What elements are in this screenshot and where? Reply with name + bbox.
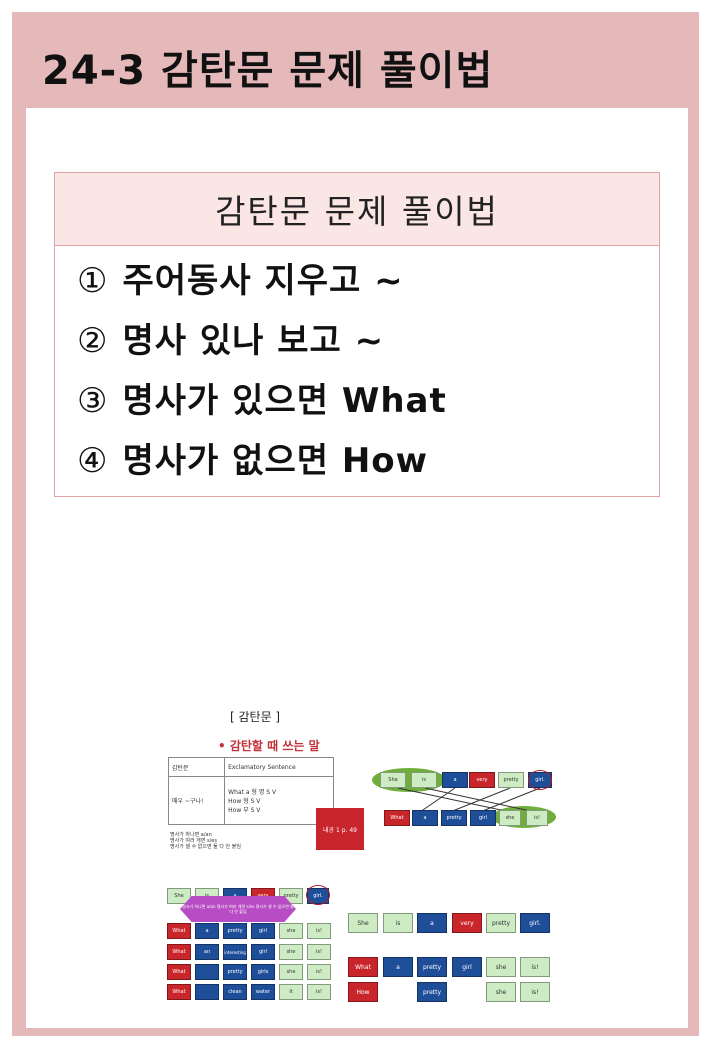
word-chip: she <box>499 810 521 826</box>
word-chip: What <box>384 810 410 826</box>
pattern-line: How 부 S V <box>228 807 261 815</box>
word-chip: a <box>195 923 219 939</box>
method-list: ① 주어동사 지우고 ~ ② 명사 있나 보고 ~ ③ 명사가 있으면 What ④명… <box>77 261 447 501</box>
method-item: ④ 명사가 없으면 How <box>77 441 447 501</box>
word-chip: a <box>417 913 447 933</box>
word-chip: a <box>412 810 438 826</box>
word-chip: she <box>486 982 516 1002</box>
word-chip: How <box>348 982 378 1002</box>
word-chip: What <box>167 944 191 960</box>
word-chip: is! <box>307 964 331 980</box>
word-chip: pretty <box>223 964 247 980</box>
method-item: ③ 명사가 있으면 What <box>77 381 447 441</box>
word-chip: is! <box>307 944 331 960</box>
word-chip: is <box>411 772 437 788</box>
word-chip: it <box>279 984 303 1000</box>
word-chip: girl. <box>520 913 550 933</box>
page-title: 24-3 감탄문 문제 풀이법 <box>42 48 494 94</box>
word-chip: What <box>348 957 378 977</box>
method-item-text: 명사가 없으면 How <box>122 441 429 481</box>
word-chip <box>195 984 219 1000</box>
word-chip: very <box>452 913 482 933</box>
word-chip: What <box>167 984 191 1000</box>
article-rules-banner: 명사가 하나면 a/an 명사가 여러 개면 s/es 명사가 셀 수 없으면 … <box>180 896 296 922</box>
word-chip: she <box>279 944 303 960</box>
word-chip: is <box>383 913 413 933</box>
exclamatory-table: 감탄문 Exclamatory Sentence 매우 ~구나! What a … <box>167 756 334 825</box>
word-chip: pretty <box>486 913 516 933</box>
method-item-number: ③ <box>77 381 109 421</box>
table-row: 매우 ~구나! What a 형 명 S V How 형 S V How 부 S… <box>167 776 334 825</box>
word-chip: she <box>486 957 516 977</box>
method-box: 감탄문 문제 풀이법 ① 주어동사 지우고 ~ ② 명사 있나 보고 ~ ③ 명사가 … <box>54 172 660 497</box>
noun-circle <box>306 885 330 905</box>
word-chip: a <box>383 957 413 977</box>
method-item-text: 주어동사 지우고 ~ <box>122 261 404 301</box>
thumbnail-notes: 명사가 하나면 a/an 명사가 여러 개면 s/es 명사가 셀 수 없으면 … <box>170 832 241 850</box>
word-chip: She <box>348 913 378 933</box>
word-chip: pretty <box>441 810 467 826</box>
method-item-number: ④ <box>77 441 109 481</box>
word-chip: pretty <box>498 772 524 788</box>
word-chip: is! <box>526 810 548 826</box>
method-item-number: ① <box>77 261 109 301</box>
word-chip: clean <box>223 984 247 1000</box>
word-chip: is! <box>307 923 331 939</box>
word-chip: She <box>380 772 406 788</box>
word-chip: is! <box>307 984 331 1000</box>
word-chip: a <box>442 772 468 788</box>
word-chip: very <box>469 772 495 788</box>
word-chip: is! <box>520 957 550 977</box>
reference-note: 내공 1 p. 49 <box>316 808 364 850</box>
method-box-heading: 감탄문 문제 풀이법 <box>55 173 659 246</box>
word-chip: an <box>195 944 219 960</box>
word-chip: is! <box>520 982 550 1002</box>
method-item-number: ② <box>77 321 109 361</box>
word-chip: water <box>251 984 275 1000</box>
word-chip: pretty <box>223 923 247 939</box>
word-chip: girl <box>251 944 275 960</box>
word-chip: What <box>167 923 191 939</box>
word-chip: girl <box>452 957 482 977</box>
method-item-text: 명사 있나 보고 ~ <box>122 321 385 361</box>
word-chip: girl <box>251 923 275 939</box>
method-item-text: 명사가 있으면 What <box>122 381 447 421</box>
method-item: ① 주어동사 지우고 ~ <box>77 261 447 321</box>
word-chip: girl <box>470 810 496 826</box>
thumbnail-title: [ 감탄문 ] <box>230 710 281 724</box>
note-line: 명사가 셀 수 없으면 둘 다 안 붙임 <box>170 844 241 850</box>
word-chip: she <box>279 964 303 980</box>
pattern-line: What a 형 명 S V <box>228 789 277 797</box>
word-chip: pretty <box>417 982 447 1002</box>
pattern-line: How 형 S V <box>228 798 261 806</box>
noun-circle <box>528 770 552 790</box>
word-chip: girls <box>251 964 275 980</box>
word-chip: she <box>279 923 303 939</box>
table-cell: 매우 ~구나! <box>167 776 226 825</box>
thumbnail-subtitle: • 감탄할 때 쓰는 말 <box>218 739 320 753</box>
word-chip: What <box>167 964 191 980</box>
table-cell: 감탄문 <box>167 756 226 778</box>
table-cell: Exclamatory Sentence <box>224 756 334 778</box>
word-chip: interesting <box>223 944 247 960</box>
word-chip <box>195 964 219 980</box>
method-item: ② 명사 있나 보고 ~ <box>77 321 447 381</box>
table-row: 감탄문 Exclamatory Sentence <box>167 756 334 778</box>
word-chip: pretty <box>417 957 447 977</box>
